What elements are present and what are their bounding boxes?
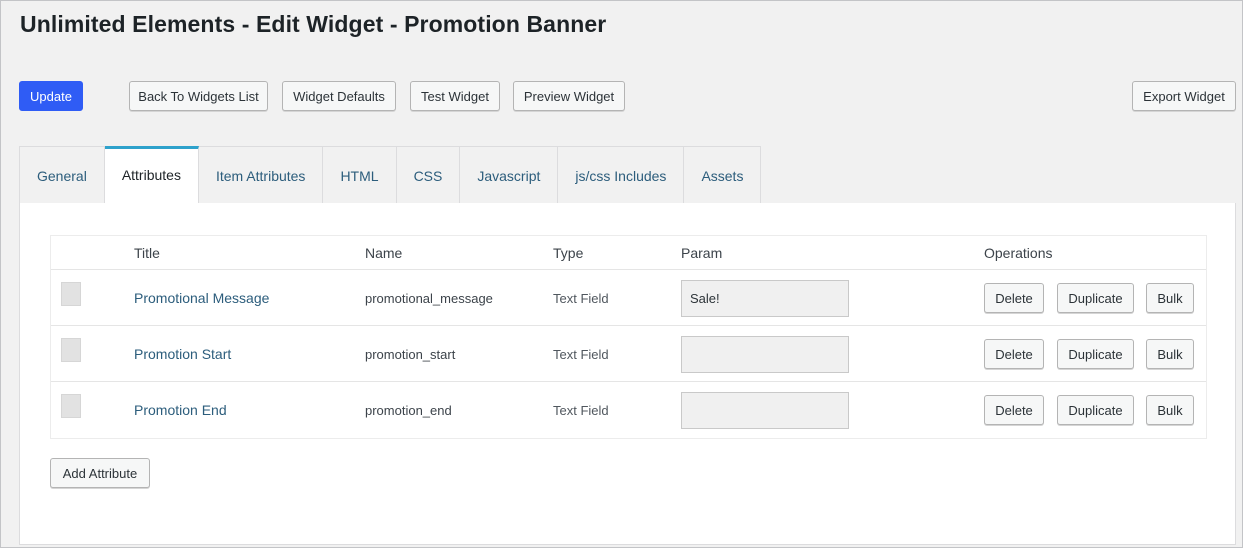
- param-input[interactable]: [681, 392, 849, 429]
- attribute-type: Text Field: [553, 346, 609, 362]
- column-header-type: Type: [553, 245, 584, 261]
- preview-widget-button[interactable]: Preview Widget: [513, 81, 625, 111]
- attribute-type: Text Field: [553, 290, 609, 306]
- attribute-name: promotion_start: [365, 346, 456, 362]
- duplicate-button[interactable]: Duplicate: [1057, 395, 1134, 425]
- widget-defaults-button[interactable]: Widget Defaults: [282, 81, 396, 111]
- delete-button[interactable]: Delete: [984, 395, 1044, 425]
- tab-assets[interactable]: Assets: [684, 147, 761, 204]
- drag-handle[interactable]: [61, 338, 81, 362]
- drag-handle[interactable]: [61, 394, 81, 418]
- bulk-button[interactable]: Bulk: [1146, 395, 1194, 425]
- export-widget-button[interactable]: Export Widget: [1132, 81, 1236, 111]
- table-header: Title Name Type Param Operations: [51, 236, 1206, 270]
- back-to-widgets-list-button[interactable]: Back To Widgets List: [129, 81, 268, 111]
- attributes-panel: Title Name Type Param Operations Promoti…: [19, 203, 1236, 545]
- attributes-table: Title Name Type Param Operations Promoti…: [50, 235, 1207, 439]
- attribute-title-link[interactable]: Promotional Message: [134, 290, 269, 306]
- tab-item-attributes[interactable]: Item Attributes: [198, 147, 324, 204]
- attribute-name: promotional_message: [365, 290, 493, 306]
- tab-attributes[interactable]: Attributes: [104, 146, 199, 204]
- edit-widget-page: Unlimited Elements - Edit Widget - Promo…: [0, 0, 1243, 548]
- add-attribute-button[interactable]: Add Attribute: [50, 458, 150, 488]
- test-widget-button[interactable]: Test Widget: [410, 81, 500, 111]
- table-row: Promotional Message promotional_message …: [51, 270, 1206, 326]
- tab-js-css-includes[interactable]: js/css Includes: [558, 147, 685, 204]
- attribute-title-link[interactable]: Promotion End: [134, 402, 227, 418]
- update-button[interactable]: Update: [19, 81, 83, 111]
- column-header-operations: Operations: [984, 245, 1053, 261]
- column-header-name: Name: [365, 245, 403, 261]
- column-header-param: Param: [681, 245, 723, 261]
- delete-button[interactable]: Delete: [984, 339, 1044, 369]
- bulk-button[interactable]: Bulk: [1146, 283, 1194, 313]
- attribute-title-link[interactable]: Promotion Start: [134, 346, 231, 362]
- tab-general[interactable]: General: [20, 147, 105, 204]
- bulk-button[interactable]: Bulk: [1146, 339, 1194, 369]
- table-row: Promotion Start promotion_start Text Fie…: [51, 326, 1206, 382]
- table-row: Promotion End promotion_end Text Field D…: [51, 382, 1206, 438]
- tab-html[interactable]: HTML: [323, 147, 397, 204]
- drag-handle[interactable]: [61, 282, 81, 306]
- param-input[interactable]: [681, 280, 849, 317]
- duplicate-button[interactable]: Duplicate: [1057, 339, 1134, 369]
- widget-tabs: General Attributes Item Attributes HTML …: [19, 146, 762, 204]
- attribute-type: Text Field: [553, 402, 609, 418]
- attribute-name: promotion_end: [365, 402, 452, 418]
- page-title: Unlimited Elements - Edit Widget - Promo…: [20, 11, 607, 37]
- delete-button[interactable]: Delete: [984, 283, 1044, 313]
- tab-javascript[interactable]: Javascript: [460, 147, 559, 204]
- column-header-title: Title: [134, 245, 160, 261]
- tab-css[interactable]: CSS: [396, 147, 461, 204]
- duplicate-button[interactable]: Duplicate: [1057, 283, 1134, 313]
- param-input[interactable]: [681, 336, 849, 373]
